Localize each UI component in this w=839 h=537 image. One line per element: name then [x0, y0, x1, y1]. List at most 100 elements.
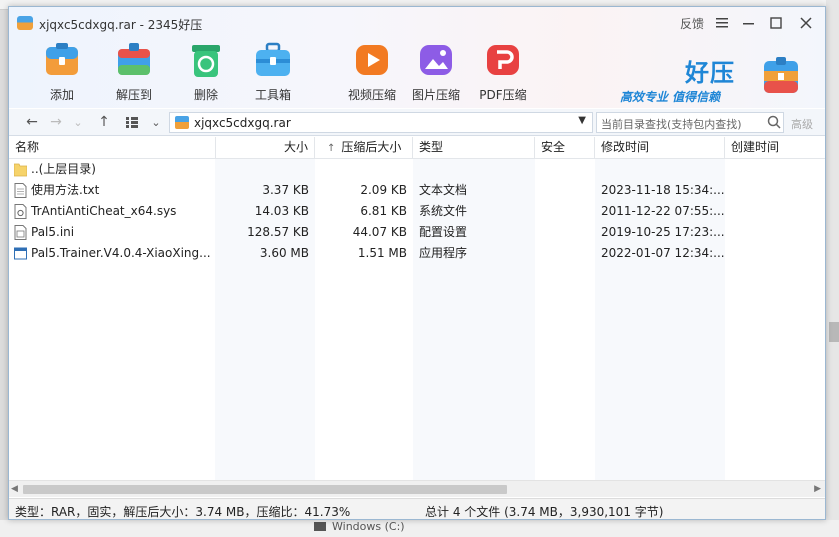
back-arrow-icon[interactable]: ← [23, 113, 41, 131]
brand-logo: 好压 高效专业 值得信赖 [619, 51, 819, 111]
view-mode-icon[interactable] [123, 113, 141, 131]
background-drive-item: Windows (C:) [314, 520, 405, 533]
background-explorer-strip [0, 520, 839, 537]
video-compress-label: 视频压缩 [347, 88, 396, 102]
background-window-scrollbar [826, 0, 839, 537]
file-row[interactable]: TrAntiAntiCheat_x64.sys 14.03 KB 6.81 KB 系统… [9, 201, 825, 222]
maximize-button[interactable] [765, 13, 787, 33]
view-dropdown-icon[interactable]: ⌄ [147, 113, 165, 131]
file-list: 名称 大小 ↑ 压缩后大小 类型 安全 修改时间 创建时间 ..(上层目录) 使用方… [9, 137, 825, 480]
history-dropdown-icon[interactable]: ⌄ [69, 113, 87, 131]
scroll-right-icon[interactable]: ▶ [814, 484, 821, 494]
file-total: 总计 4 个文件 (3.74 MB，3,930,101 字节) [425, 505, 664, 519]
file-packed: 1.51 MB [357, 246, 407, 260]
path-dropdown-icon[interactable]: ▼ [578, 115, 586, 126]
brand-slogan: 高效专业 值得信赖 [620, 90, 721, 104]
file-size: 14.03 KB [254, 204, 309, 218]
toolbox-button[interactable]: 工具箱 [243, 37, 303, 105]
path-text: xjqxc5cdxgq.rar [194, 116, 291, 130]
menu-icon[interactable] [711, 13, 733, 33]
archive-info: 类型：RAR，固实，解压后大小：3.74 MB，压缩比：41.73% [15, 505, 351, 519]
file-row[interactable]: Pal5.Trainer.V4.0.4-XiaoXing... 3.60 MB 1.… [9, 243, 825, 264]
video-compress-icon [356, 45, 388, 75]
file-modified: 2011-12-22 07:55:... [601, 204, 725, 218]
header-area: xjqxc5cdxgq.rar - 2345好压 反馈 添加 解压到 删除 工具… [9, 7, 825, 108]
drive-label: Windows (C:) [332, 520, 405, 533]
app-logo-icon [17, 16, 33, 30]
column-header-security[interactable]: 安全 [535, 137, 595, 159]
image-compress-button[interactable]: 图片压缩 [406, 37, 466, 105]
add-archive-icon [46, 43, 78, 75]
video-compress-button[interactable]: 视频压缩 [342, 37, 402, 105]
column-header-created[interactable]: 创建时间 [725, 137, 825, 159]
file-size: 3.37 KB [262, 183, 309, 197]
image-compress-label: 图片压缩 [411, 88, 460, 102]
file-row[interactable]: Pal5.ini 128.57 KB 44.07 KB 配置设置 2019-10-25 … [9, 222, 825, 243]
file-size [216, 159, 315, 180]
extract-button[interactable]: 解压到 [104, 37, 164, 105]
sort-ascending-icon: ↑ [327, 143, 336, 154]
file-row[interactable]: 使用方法.txt 3.37 KB 2.09 KB 文本文档 2023-11-18 15:… [9, 180, 825, 201]
pdf-compress-button[interactable]: PDF压缩 [473, 37, 533, 105]
path-input[interactable]: xjqxc5cdxgq.rar ▼ [169, 112, 593, 133]
window-title: xjqxc5cdxgq.rar - 2345好压 [39, 18, 203, 32]
column-header-packed-label: 压缩后大小 [341, 140, 402, 154]
title-bar: xjqxc5cdxgq.rar - 2345好压 反馈 [9, 7, 825, 37]
file-name: Pal5.Trainer.V4.0.4-XiaoXing... [31, 246, 211, 260]
scroll-thumb[interactable] [23, 485, 507, 494]
search-placeholder: 当前目录查找(支持包内查找) [601, 118, 742, 131]
file-type [413, 159, 535, 180]
file-row[interactable]: ..(上层目录) [9, 159, 825, 180]
file-type: 应用程序 [419, 246, 468, 260]
main-toolbar: 添加 解压到 删除 工具箱 视频压缩 图片压缩 PDF压缩 好压 高效专业 值得… [9, 37, 825, 107]
scroll-left-icon[interactable]: ◀ [11, 484, 18, 494]
file-name: 使用方法.txt [31, 183, 100, 197]
delete-label: 删除 [193, 88, 218, 102]
file-name: TrAntiAntiCheat_x64.sys [31, 204, 177, 218]
archive-icon [175, 116, 189, 129]
toolbox-icon [256, 42, 290, 76]
add-button[interactable]: 添加 [32, 37, 92, 105]
file-packed: 2.09 KB [360, 183, 407, 197]
file-type: 系统文件 [419, 204, 468, 218]
brand-box-icon [764, 57, 798, 93]
file-modified [595, 159, 725, 180]
extract-icon [118, 43, 150, 75]
file-name: Pal5.ini [31, 225, 75, 239]
pdf-compress-icon [487, 45, 519, 75]
list-header: 名称 大小 ↑ 压缩后大小 类型 安全 修改时间 创建时间 [9, 137, 825, 159]
column-header-name[interactable]: 名称 [9, 137, 216, 159]
add-label: 添加 [49, 88, 74, 102]
forward-arrow-icon[interactable]: → [47, 113, 65, 131]
file-modified: 2023-11-18 15:34:... [601, 183, 725, 197]
file-modified: 2022-01-07 12:34:... [601, 246, 725, 260]
search-icon[interactable] [767, 115, 781, 129]
horizontal-scrollbar[interactable]: ◀ ▶ [9, 480, 825, 497]
up-arrow-icon[interactable]: ↑ [95, 113, 113, 131]
file-type: 配置设置 [419, 225, 468, 239]
haozip-window: xjqxc5cdxgq.rar - 2345好压 反馈 添加 解压到 删除 工具… [8, 6, 826, 520]
file-type: 文本文档 [419, 183, 468, 197]
file-packed: 44.07 KB [352, 225, 407, 239]
file-size: 128.57 KB [247, 225, 309, 239]
toolbox-label: 工具箱 [254, 88, 291, 102]
advanced-search-link[interactable]: 高级 [791, 116, 813, 132]
status-bar: 类型：RAR，固实，解压后大小：3.74 MB，压缩比：41.73% 总计 4 … [9, 498, 825, 519]
file-name: ..(上层目录) [31, 162, 96, 176]
recycle-delete-icon [192, 45, 220, 77]
address-bar: ← → ⌄ ↑ ⌄ xjqxc5cdxgq.rar ▼ 当前目录查找(支持包内查… [9, 109, 825, 136]
close-button[interactable] [795, 13, 817, 33]
column-header-modified[interactable]: 修改时间 [595, 137, 725, 159]
column-header-size[interactable]: 大小 [216, 137, 315, 159]
image-compress-icon [420, 45, 452, 75]
delete-button[interactable]: 删除 [176, 37, 236, 105]
minimize-button[interactable] [738, 13, 760, 33]
search-input[interactable]: 当前目录查找(支持包内查找) [596, 112, 784, 133]
file-modified: 2019-10-25 17:23:... [601, 225, 725, 239]
column-header-type[interactable]: 类型 [413, 137, 535, 159]
column-header-packed[interactable]: ↑ 压缩后大小 [315, 137, 413, 159]
pdf-compress-label: PDF压缩 [479, 88, 527, 102]
extract-label: 解压到 [115, 88, 152, 102]
feedback-link[interactable]: 反馈 [680, 15, 704, 32]
background-scroll-thumb [829, 322, 839, 342]
